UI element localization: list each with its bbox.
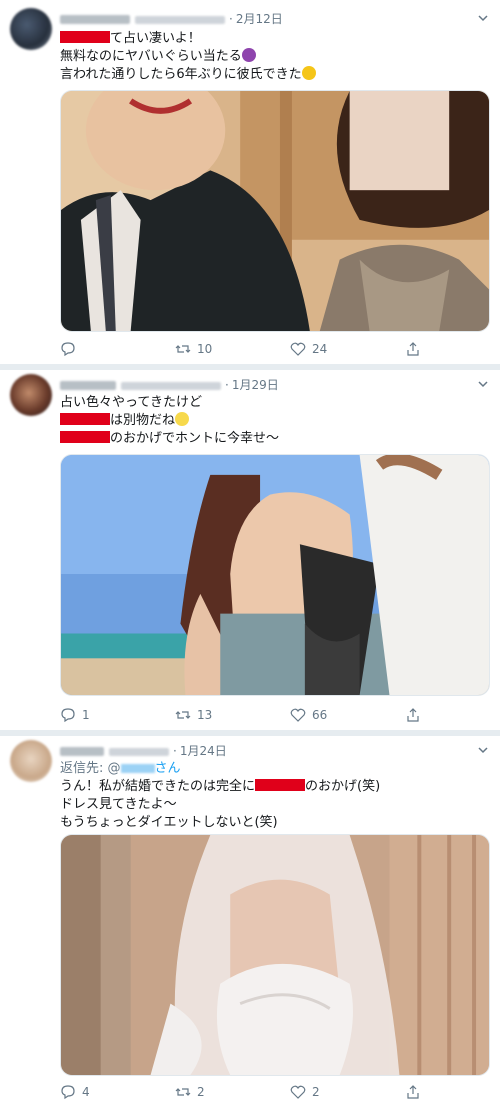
retweet-icon <box>175 345 191 353</box>
tweet-actions: 1 13 66 <box>60 704 490 726</box>
tweet-date[interactable]: 1月29日 <box>232 378 279 392</box>
tweet[interactable]: · 2月12日 て占い凄いよ！ 無料なのにヤバいぐらい当たる 言われた通りしたら6… <box>0 0 500 366</box>
reply-button[interactable]: 1 <box>60 704 90 726</box>
reply-count: 1 <box>82 708 90 722</box>
reply-icon <box>61 708 75 723</box>
user-handle[interactable] <box>109 747 169 756</box>
chevron-down-icon[interactable] <box>476 376 490 390</box>
heart-eyes-emoji-icon <box>301 66 316 80</box>
sparkles-emoji-icon <box>175 412 190 426</box>
tweet-header: · 1月29日 <box>60 376 279 394</box>
avatar[interactable] <box>10 740 52 782</box>
tweet-photo[interactable] <box>60 834 490 1076</box>
display-name[interactable] <box>60 15 130 24</box>
like-icon <box>290 342 306 356</box>
retweet-icon <box>175 1088 191 1096</box>
redacted-name <box>60 31 110 43</box>
retweet-count: 2 <box>197 1085 205 1099</box>
retweet-icon <box>175 711 191 719</box>
display-name[interactable] <box>60 747 104 756</box>
like-count: 24 <box>312 342 328 356</box>
reply-to: 返信先: @ さん <box>60 761 181 776</box>
retweet-button[interactable]: 10 <box>175 338 212 360</box>
tweet-text: 占い色々やってきたけど は別物だね のおかげでホントに今幸せ〜 <box>60 395 280 446</box>
tweet[interactable]: · 1月24日 返信先: @ さん うん！私が結婚できたのは完全に のおかげ(笑) ド… <box>0 736 500 1111</box>
tweet-header: · 2月12日 <box>60 10 283 28</box>
tweet-header: · 1月24日 <box>60 742 227 760</box>
tweet-photo[interactable] <box>60 454 490 696</box>
avatar[interactable] <box>10 374 52 416</box>
share-button[interactable] <box>405 338 427 360</box>
retweet-button[interactable]: 13 <box>175 704 212 726</box>
tweet-photo[interactable] <box>60 90 490 332</box>
like-button[interactable]: 2 <box>290 1081 320 1103</box>
user-handle[interactable] <box>121 381 221 390</box>
reply-icon <box>61 1085 75 1100</box>
reply-icon <box>61 342 75 357</box>
avatar[interactable] <box>10 8 52 50</box>
tweet-actions: 4 2 2 <box>60 1081 490 1103</box>
tweet-date[interactable]: 1月24日 <box>180 744 227 758</box>
user-handle[interactable] <box>135 15 225 24</box>
retweet-count: 10 <box>197 342 213 356</box>
share-icon <box>407 1085 419 1099</box>
redacted-name <box>255 779 306 791</box>
share-button[interactable] <box>405 704 427 726</box>
chevron-down-icon[interactable] <box>476 742 490 756</box>
share-icon <box>407 342 419 356</box>
reply-button[interactable] <box>60 338 82 360</box>
devil-emoji-icon <box>241 48 256 62</box>
chevron-down-icon[interactable] <box>476 10 490 24</box>
like-button[interactable]: 66 <box>290 704 327 726</box>
like-icon <box>290 708 306 722</box>
reply-button[interactable]: 4 <box>60 1081 90 1103</box>
retweet-count: 13 <box>197 708 213 722</box>
tweet-text: て占い凄いよ！ 無料なのにヤバいぐらい当たる 言われた通りしたら6年ぶりに彼氏で… <box>60 30 316 84</box>
like-icon <box>290 1085 306 1099</box>
like-count: 2 <box>312 1085 320 1099</box>
share-icon <box>407 708 419 722</box>
redacted-name <box>60 413 110 425</box>
tweet-actions: 10 24 <box>60 338 490 360</box>
like-button[interactable]: 24 <box>290 338 327 360</box>
redacted-name <box>60 431 110 443</box>
tweet-date[interactable]: 2月12日 <box>236 12 283 26</box>
like-count: 66 <box>312 708 328 722</box>
tweet-text: 返信先: @ さん うん！私が結婚できたのは完全に のおかげ(笑) ドレス見てきたよ… <box>60 761 381 830</box>
tweet[interactable]: · 1月29日 占い色々やってきたけど は別物だね のおかげでホントに今幸せ〜 1 <box>0 370 500 734</box>
reply-count: 4 <box>82 1085 90 1099</box>
mention-link[interactable] <box>120 764 155 773</box>
retweet-button[interactable]: 2 <box>175 1081 205 1103</box>
display-name[interactable] <box>60 381 116 390</box>
share-button[interactable] <box>405 1081 427 1103</box>
